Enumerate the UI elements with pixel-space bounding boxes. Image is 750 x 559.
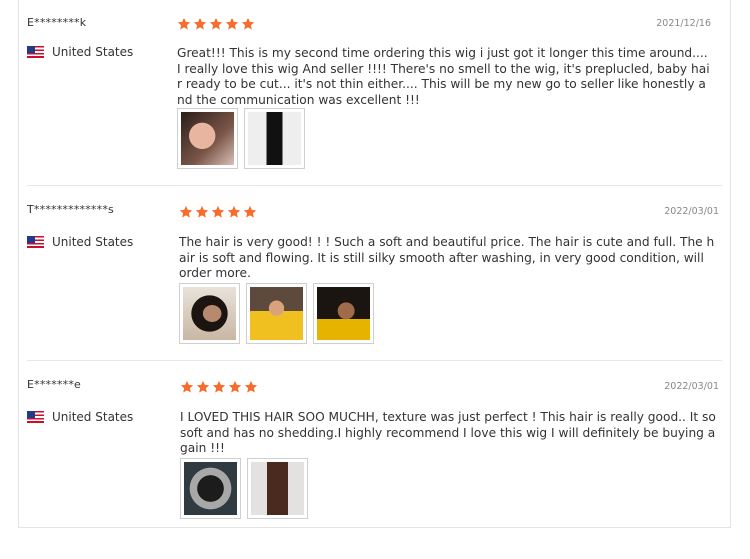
review-photos [179,283,380,344]
review-text: I LOVED THIS HAIR SOO MUCHH, texture was… [180,410,716,455]
review-photos [177,108,311,169]
review-photo-thumbnail[interactable] [180,458,241,519]
country-label: United States [52,235,134,249]
review-item: E********k 2021/12/16 United States Grea… [19,0,730,190]
star-icon [225,17,239,30]
review-date: 2021/12/16 [656,18,711,29]
reviewer-country: United States [27,45,133,59]
review-item: E*******e 2022/03/01 United States I LOV… [19,365,730,528]
country-label: United States [52,410,134,424]
star-icon [228,380,242,393]
reviewer-name: T*************s [27,203,114,216]
review-photo-thumbnail[interactable] [179,283,240,344]
star-icon [193,17,207,30]
star-icon [212,380,226,393]
reviewer-country: United States [27,410,133,424]
star-icon [243,205,257,218]
star-icon [227,205,241,218]
us-flag-icon [27,236,44,248]
star-icon [196,380,210,393]
star-icon [209,17,223,30]
us-flag-icon [27,46,44,58]
reviewer-country: United States [27,235,133,249]
review-date: 2022/03/01 [664,381,719,392]
rating-stars [179,205,257,219]
star-icon [177,17,191,30]
review-item: T*************s 2022/03/01 United States… [19,190,730,360]
review-photo-thumbnail[interactable] [177,108,238,169]
review-text: Great!!! This is my second time ordering… [177,46,710,107]
reviewer-name: E********k [27,16,87,29]
star-icon [211,205,225,218]
review-photo-thumbnail[interactable] [247,458,308,519]
review-divider [27,185,722,186]
country-label: United States [52,45,134,59]
review-photo-thumbnail[interactable] [246,283,307,344]
reviewer-name: E*******e [27,378,82,391]
rating-stars [177,17,255,31]
reviews-panel: E********k 2021/12/16 United States Grea… [18,0,731,528]
review-date: 2022/03/01 [664,206,719,217]
star-icon [195,205,209,218]
review-text: The hair is very good! ! ! Such a soft a… [179,235,715,280]
review-photos [180,458,314,519]
star-icon [179,205,193,218]
review-photo-thumbnail[interactable] [244,108,305,169]
review-photo-thumbnail[interactable] [313,283,374,344]
review-divider [27,360,722,361]
star-icon [241,17,255,30]
star-icon [180,380,194,393]
rating-stars [180,380,258,394]
us-flag-icon [27,411,44,423]
star-icon [244,380,258,393]
